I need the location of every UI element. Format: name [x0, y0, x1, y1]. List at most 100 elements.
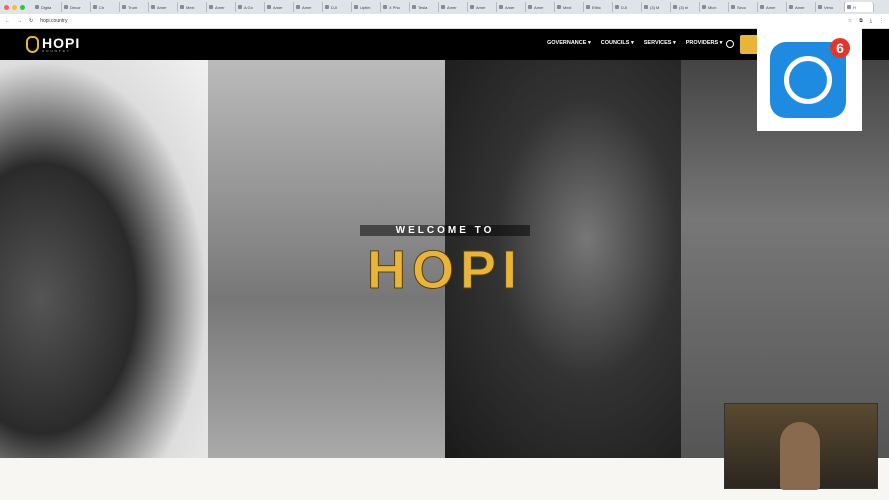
browser-tab[interactable]: Amer [758, 2, 787, 12]
browser-tab[interactable]: Tesla [410, 2, 439, 12]
tab-label: A Go [244, 4, 253, 10]
browser-tab[interactable]: Amer [439, 2, 468, 12]
tab-label: Ethic [592, 4, 601, 10]
notification-badge: 6 [830, 38, 850, 58]
tab-label: Seco [737, 4, 747, 10]
tab-favicon-icon [64, 5, 68, 9]
tab-favicon-icon [383, 5, 387, 9]
tab-favicon-icon [441, 5, 445, 9]
presenter [780, 422, 820, 490]
tab-label: DJI [621, 4, 627, 10]
tab-favicon-icon [499, 5, 503, 9]
tab-favicon-icon [35, 5, 39, 9]
browser-tab[interactable]: A Go [236, 2, 265, 12]
nav-councils[interactable]: COUNCILS ▾ [601, 40, 634, 46]
app-icon-overlay: 6 [757, 28, 862, 131]
tab-label: Amer [157, 4, 167, 10]
tab-label: Decor [70, 4, 81, 10]
browser-tab[interactable]: Amer [787, 2, 816, 12]
tab-label: Digita [41, 4, 52, 10]
browser-tab[interactable]: (3) el [671, 2, 700, 12]
tab-label: (3) el [679, 4, 689, 10]
forward-icon[interactable]: → [17, 18, 22, 24]
menu-icon[interactable]: ⋮ [879, 18, 884, 24]
tab-favicon-icon [267, 5, 271, 9]
tab-label: Amer [766, 4, 776, 10]
reload-icon[interactable]: ↻ [29, 18, 33, 24]
tab-favicon-icon [151, 5, 155, 9]
tab-label: Ch [99, 4, 105, 10]
browser-tab[interactable]: Decor [62, 2, 91, 12]
browser-tab[interactable]: Trum [120, 2, 149, 12]
globe-icon [784, 56, 832, 104]
tab-favicon-icon [354, 5, 358, 9]
tab-favicon-icon [180, 5, 184, 9]
tab-label: Amer [215, 4, 225, 10]
tab-favicon-icon [470, 5, 474, 9]
tab-favicon-icon [644, 5, 648, 9]
tab-favicon-icon [586, 5, 590, 9]
bookmark-star-icon[interactable]: ☆ [848, 18, 852, 24]
browser-tab[interactable]: Ethic [584, 2, 613, 12]
tab-label: Amer [534, 4, 544, 10]
tab-favicon-icon [789, 5, 793, 9]
tab-label: Mich [708, 4, 717, 10]
tab-favicon-icon [93, 5, 97, 9]
download-icon[interactable]: ⤓ [870, 18, 872, 24]
hero-photo-elder [0, 60, 208, 458]
nav-providers[interactable]: PROVIDERS ▾ [686, 40, 723, 46]
browser-tab[interactable]: Amer [468, 2, 497, 12]
tab-favicon-icon [702, 5, 706, 9]
browser-tab[interactable]: (3) M [642, 2, 671, 12]
browser-tab[interactable]: Digita [33, 2, 62, 12]
browser-tab[interactable]: Mich [700, 2, 729, 12]
browser-tab[interactable]: Amer [526, 2, 555, 12]
tab-favicon-icon [209, 5, 213, 9]
browser-tab[interactable]: Amer [497, 2, 526, 12]
tab-favicon-icon [412, 5, 416, 9]
browser-tab[interactable]: Mexi [555, 2, 584, 12]
tab-bar: Digita Decor Ch Trum Amer Mexi Amer A Go Amer Ame… [0, 0, 889, 14]
nav-governance[interactable]: GOVERNANCE ▾ [547, 40, 591, 46]
browser-tab[interactable]: Venu [816, 2, 845, 12]
hero-welcome: WELCOME TO [360, 225, 530, 236]
browser-tab[interactable]: H [845, 2, 874, 12]
tab-favicon-icon [615, 5, 619, 9]
window-controls[interactable] [4, 4, 25, 10]
tab-label: Amer [505, 4, 515, 10]
tab-label: Uptim [360, 4, 371, 10]
browser-tab[interactable]: Amer [265, 2, 294, 12]
tab-label: Venu [824, 4, 834, 10]
tab-favicon-icon [325, 5, 329, 9]
tab-label: X Pho [389, 4, 400, 10]
tab-label: Amer [273, 4, 283, 10]
url-field[interactable]: hopi.country [40, 18, 841, 24]
tab-favicon-icon [528, 5, 532, 9]
browser-tab[interactable]: DJI [613, 2, 642, 12]
extensions-icon[interactable]: ⧉ [859, 18, 863, 24]
tab-favicon-icon [296, 5, 300, 9]
hopi-logo[interactable]: HOPI COUNTRY [26, 36, 80, 53]
browser-tab[interactable]: Mexi [178, 2, 207, 12]
address-bar: ← → ↻ hopi.country ☆ ⧉ ⤓ ⋮ [0, 14, 889, 29]
browser-tab[interactable]: Amer [207, 2, 236, 12]
back-icon[interactable]: ← [5, 18, 10, 24]
hand-logo-icon [26, 36, 39, 53]
tab-favicon-icon [847, 5, 851, 9]
nav-services[interactable]: SERVICES ▾ [644, 40, 676, 46]
tab-label: DJI [331, 4, 337, 10]
browser-tab[interactable]: DJI [323, 2, 352, 12]
browser-tab[interactable]: Amer [149, 2, 178, 12]
browser-tab[interactable]: Uptim [352, 2, 381, 12]
browser-tab[interactable]: X Pho [381, 2, 410, 12]
search-icon[interactable] [726, 40, 734, 48]
tab-favicon-icon [122, 5, 126, 9]
tab-favicon-icon [760, 5, 764, 9]
browser-tab[interactable]: Amer [294, 2, 323, 12]
tab-label: Amer [302, 4, 312, 10]
tab-label: H [853, 4, 856, 10]
site-header: HOPI COUNTRY GOVERNANCE ▾ COUNCILS ▾ SERV… [0, 29, 889, 60]
browser-tab[interactable]: Ch [91, 2, 120, 12]
tab-favicon-icon [731, 5, 735, 9]
browser-tab[interactable]: Seco [729, 2, 758, 12]
